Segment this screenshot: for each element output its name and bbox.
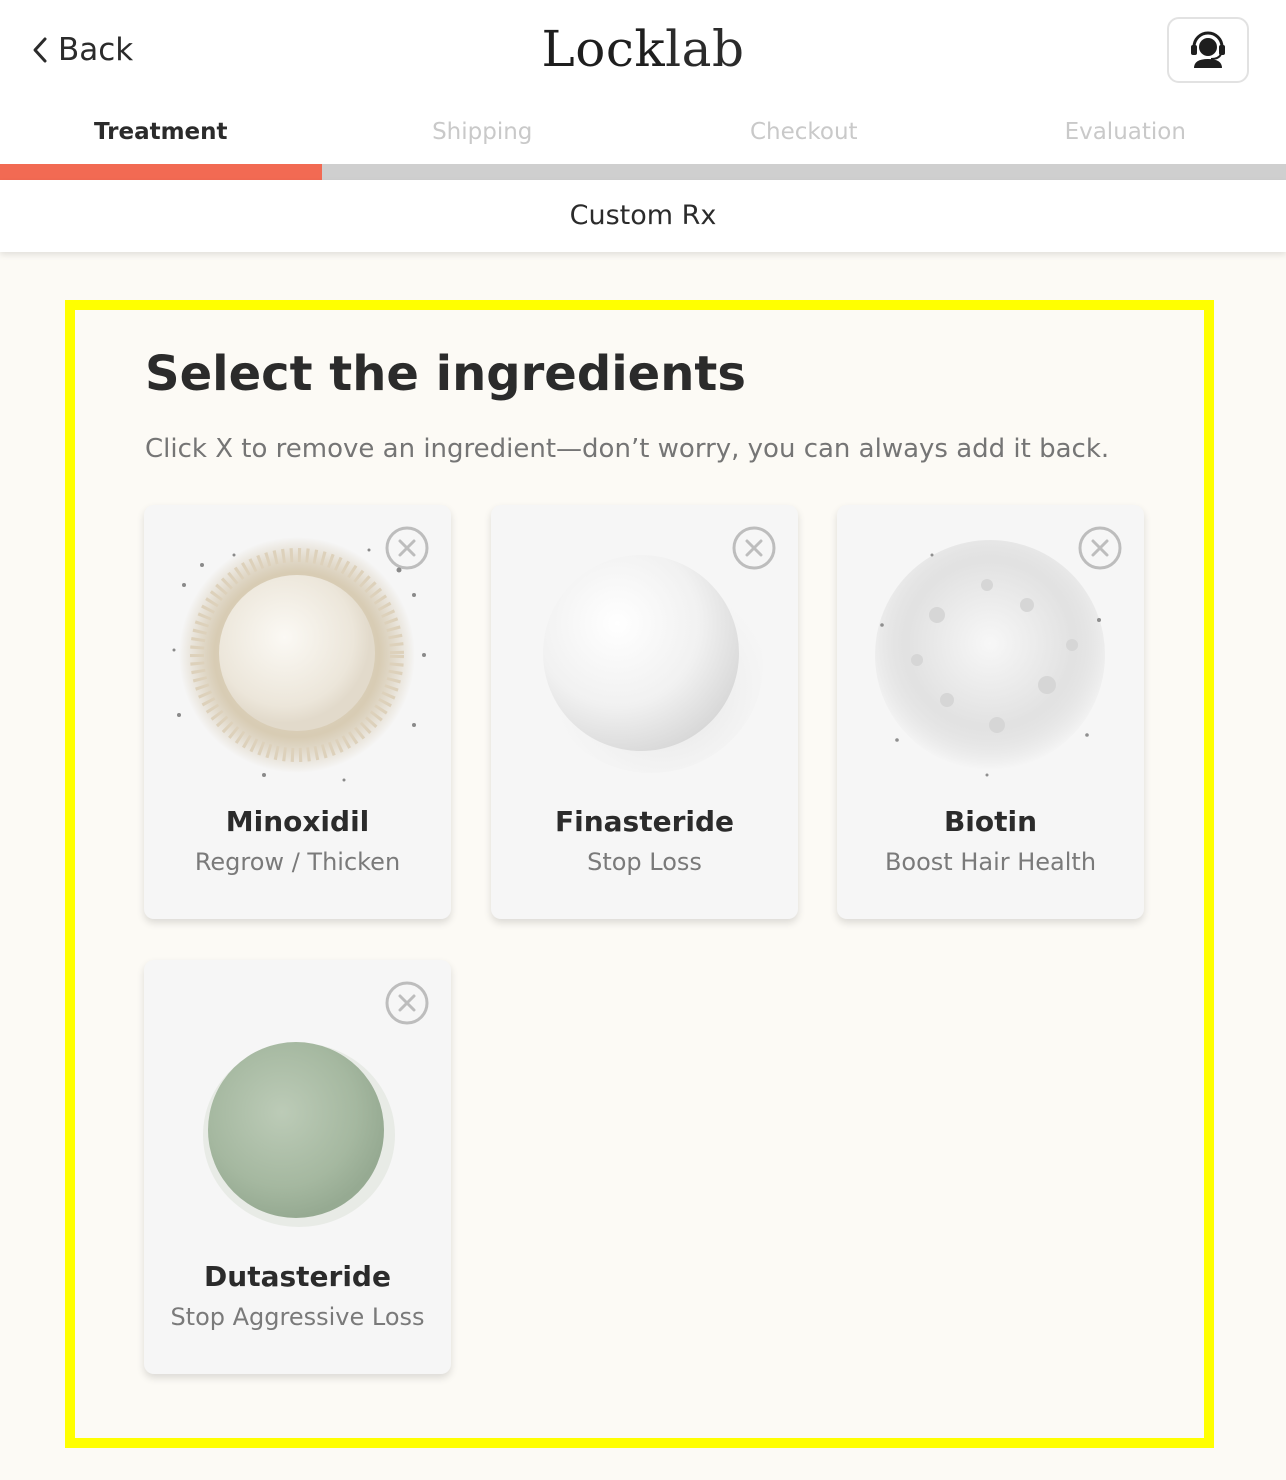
ingredient-name: Biotin [943, 805, 1038, 838]
ingredients-panel: Select the ingredients Click X to remove… [65, 300, 1214, 1448]
ingredient-name: Finasteride [554, 805, 735, 838]
page-subtitle: Click X to remove an ingredient—don’t wo… [145, 434, 1110, 464]
brand-logo: Locklab [0, 20, 1286, 78]
ingredient-card-minoxidil[interactable]: Minoxidil Regrow / Thicken [144, 505, 451, 919]
biotin-powder-image [837, 525, 1144, 795]
ingredient-name: Dutasteride [204, 1260, 391, 1293]
ingredient-card-finasteride[interactable]: Finasteride Stop Loss [491, 505, 798, 919]
step-shipping[interactable]: Shipping [322, 100, 644, 164]
ingredient-card-dutasteride[interactable]: Dutasteride Stop Aggressive Loss [144, 960, 451, 1374]
step-treatment[interactable]: Treatment [0, 100, 322, 164]
ingredient-description: Regrow / Thicken [194, 848, 401, 876]
ingredient-card-biotin[interactable]: Biotin Boost Hair Health [837, 505, 1144, 919]
checkout-steps: Treatment Shipping Checkout Evaluation [0, 100, 1286, 164]
progress-bar-fill [0, 164, 322, 180]
subheader: Custom Rx [0, 180, 1286, 252]
progress-bar [0, 164, 1286, 180]
ingredient-description: Stop Aggressive Loss [170, 1303, 425, 1331]
top-bar: Back Locklab [0, 0, 1286, 100]
step-checkout[interactable]: Checkout [643, 100, 965, 164]
logo-bold: Lock [541, 20, 666, 78]
ingredient-description: Boost Hair Health [884, 848, 1097, 876]
page-title: Select the ingredients [145, 346, 746, 402]
logo-light: lab [665, 20, 745, 78]
finasteride-powder-image [491, 525, 798, 795]
subheader-title: Custom Rx [569, 200, 717, 231]
ingredient-name: Minoxidil [225, 805, 370, 838]
support-button[interactable] [1167, 17, 1249, 83]
step-evaluation[interactable]: Evaluation [965, 100, 1286, 164]
minoxidil-powder-image [144, 525, 451, 795]
dutasteride-powder-image [144, 980, 451, 1250]
support-agent-icon [1188, 27, 1228, 73]
ingredient-description: Stop Loss [587, 848, 702, 876]
